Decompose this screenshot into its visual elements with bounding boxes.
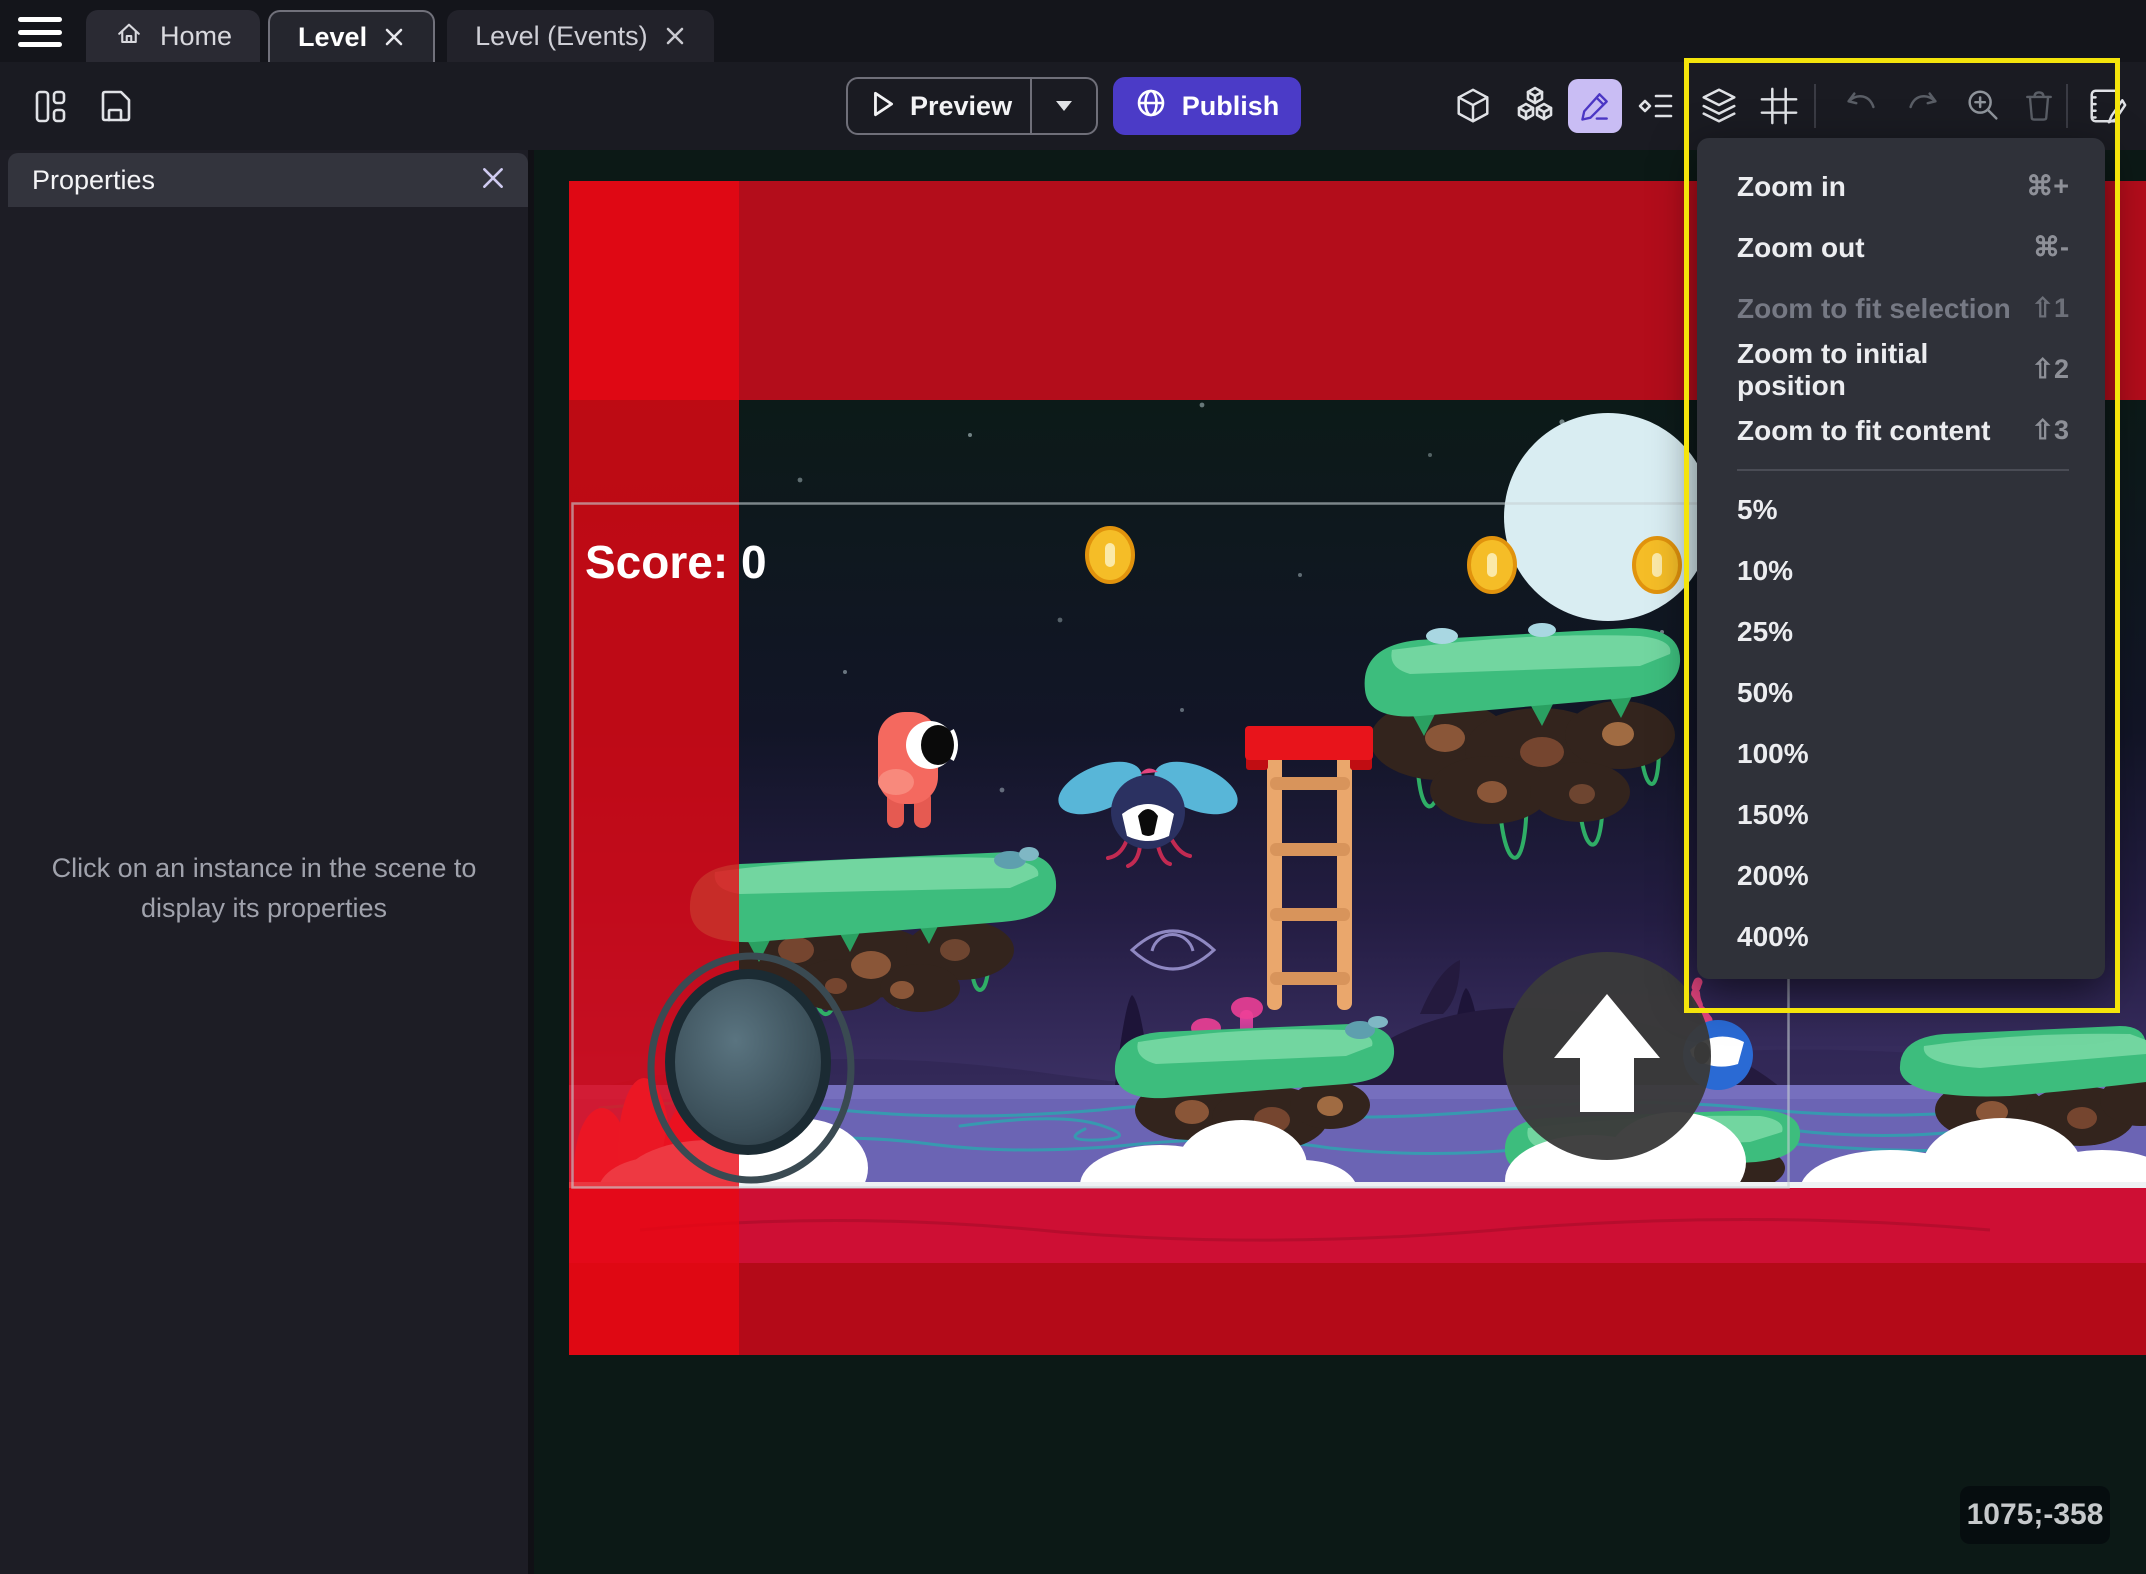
menu-item-zoom-100[interactable]: 100% <box>1697 723 2105 784</box>
menu-item-zoom-25[interactable]: 25% <box>1697 601 2105 662</box>
close-icon[interactable] <box>664 25 686 47</box>
tab-level[interactable]: Level <box>268 10 436 62</box>
toolbar-separator <box>1814 84 1816 128</box>
coin[interactable] <box>1467 536 1517 594</box>
coin[interactable] <box>1632 536 1682 594</box>
menu-item-zoom-10[interactable]: 10% <box>1697 540 2105 601</box>
joystick-control[interactable] <box>647 952 855 1184</box>
menu-item-zoom-fit-content[interactable]: Zoom to fit content ⇧3 <box>1697 400 2105 461</box>
preview-dropdown[interactable] <box>1030 79 1096 133</box>
undo-icon[interactable] <box>1834 79 1888 133</box>
save-icon[interactable] <box>88 79 142 133</box>
edit-tool-icon[interactable] <box>1568 79 1622 133</box>
publish-label: Publish <box>1181 90 1280 121</box>
preview-label: Preview <box>910 90 1013 121</box>
tab-label: Level <box>298 21 368 52</box>
properties-title: Properties <box>32 164 156 195</box>
tab-home[interactable]: Home <box>86 10 261 62</box>
redo-icon[interactable] <box>1896 79 1950 133</box>
objects-list-icon[interactable] <box>1508 79 1562 133</box>
properties-empty-message: Click on an instance in the scene to dis… <box>51 853 477 923</box>
grid-icon[interactable] <box>1752 79 1806 133</box>
home-icon <box>114 18 144 55</box>
chevron-down-icon <box>1056 101 1072 111</box>
moon[interactable] <box>1504 413 1712 621</box>
level-bound-bottom <box>569 1188 2146 1355</box>
instances-list-icon[interactable] <box>1628 79 1682 133</box>
object-3d-icon[interactable] <box>1446 79 1500 133</box>
menu-item-zoom-out[interactable]: Zoom out ⌘- <box>1697 217 2105 278</box>
level-bound-left <box>569 181 739 1355</box>
toolbar-separator <box>2066 84 2068 128</box>
publish-button[interactable]: Publish <box>1113 77 1301 135</box>
preview-button[interactable]: Preview <box>846 77 1098 135</box>
tab-label: Level (Events) <box>475 20 648 51</box>
menu-divider <box>1737 469 2069 471</box>
zoom-menu: Zoom in ⌘+ Zoom out ⌘- Zoom to fit selec… <box>1697 138 2105 979</box>
globe-icon <box>1135 87 1167 126</box>
cursor-coordinates: 1075;-358 <box>1960 1486 2110 1544</box>
coin[interactable] <box>1085 526 1135 584</box>
close-icon[interactable] <box>383 26 405 48</box>
tab-bar: Home Level Level (Events) <box>0 0 2146 62</box>
close-icon[interactable] <box>480 165 506 196</box>
menu-item-zoom-5[interactable]: 5% <box>1697 479 2105 540</box>
menu-item-zoom-400[interactable]: 400% <box>1697 906 2105 967</box>
menu-item-zoom-in[interactable]: Zoom in ⌘+ <box>1697 156 2105 217</box>
trash-icon[interactable] <box>2012 79 2066 133</box>
scene-properties-icon[interactable] <box>2080 79 2134 133</box>
main-menu-icon[interactable] <box>16 13 64 51</box>
gdevelop-editor: Home Level Level (Events) Preview Publis… <box>0 0 2146 1574</box>
menu-item-zoom-50[interactable]: 50% <box>1697 662 2105 723</box>
menu-item-zoom-initial-position[interactable]: Zoom to initial position ⇧2 <box>1697 338 2105 401</box>
menu-item-zoom-fit-selection[interactable]: Zoom to fit selection ⇧1 <box>1697 278 2105 339</box>
toggle-panels-icon[interactable] <box>22 79 76 133</box>
play-icon <box>870 90 896 123</box>
score-text: Score: 0 <box>585 536 767 588</box>
tab-label: Home <box>160 20 233 51</box>
tab-level-events[interactable]: Level (Events) <box>447 10 714 62</box>
menu-item-zoom-150[interactable]: 150% <box>1697 784 2105 845</box>
jump-button[interactable] <box>1503 952 1711 1160</box>
properties-panel-header: Properties <box>8 153 528 207</box>
layers-icon[interactable] <box>1692 79 1746 133</box>
toolbar: Preview Publish <box>0 62 2146 150</box>
menu-item-zoom-200[interactable]: 200% <box>1697 845 2105 906</box>
zoom-icon[interactable] <box>1956 79 2010 133</box>
properties-panel: Properties Click on an instance in the s… <box>0 150 534 1574</box>
preview-main[interactable]: Preview <box>848 79 1030 133</box>
